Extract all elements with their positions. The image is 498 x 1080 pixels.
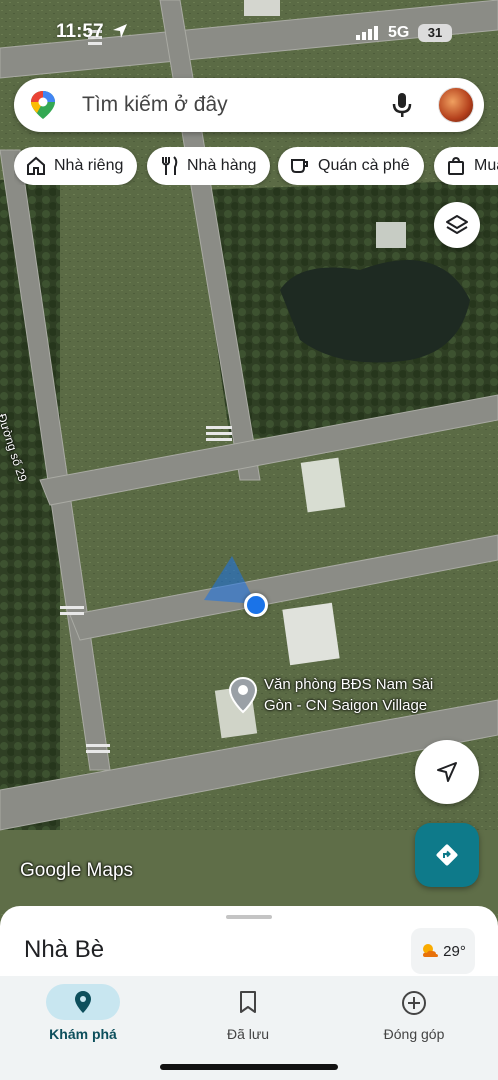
search-bar[interactable]: Tìm kiếm ở đây (14, 78, 484, 132)
explore-pin-icon (75, 991, 91, 1013)
google-maps-pin-icon (31, 91, 55, 119)
heading-beam (204, 556, 256, 604)
directions-button[interactable] (415, 823, 479, 887)
layers-icon (446, 215, 468, 234)
signal-icon (356, 26, 378, 40)
chip-coffee[interactable]: Quán cà phê (278, 147, 424, 185)
coffee-icon (291, 159, 308, 173)
weather-chip[interactable]: 29° (411, 928, 475, 974)
location-arrow-icon (113, 24, 127, 38)
avatar[interactable] (438, 87, 474, 123)
place-pin-icon[interactable] (228, 676, 258, 714)
directions-icon (436, 844, 458, 866)
partly-cloudy-icon (423, 944, 439, 957)
weather-temp: 29° (443, 942, 466, 960)
chip-label: Nhà riêng (54, 157, 124, 174)
navigation-arrow-icon (437, 762, 457, 782)
home-icon (27, 156, 45, 175)
nav-label: Đã lưu (226, 1026, 270, 1042)
microphone-icon[interactable] (390, 91, 414, 119)
chip-label: Quán cà phê (318, 157, 410, 174)
chip-label: Mua (474, 157, 498, 174)
area-title: Nhà Bè (24, 936, 105, 963)
home-indicator[interactable] (160, 1064, 338, 1070)
chip-home[interactable]: Nhà riêng (14, 147, 138, 185)
status-bar: 11:57 5G 31 (0, 0, 498, 64)
battery-icon: 31 (418, 24, 452, 42)
nav-label: Khám phá (49, 1026, 117, 1042)
nav-saved[interactable]: Đã lưu (178, 980, 318, 1050)
bookmark-icon (240, 991, 256, 1013)
chip-label: Nhà hàng (187, 157, 257, 174)
status-time: 11:57 (56, 21, 104, 42)
category-chips: Nhà riêng Nhà hàng Quán cà phê Mua (14, 147, 498, 185)
restaurant-icon (162, 156, 178, 175)
my-location-button[interactable] (415, 740, 479, 804)
sheet-handle[interactable] (226, 915, 272, 919)
place-label[interactable]: Văn phòng BĐS Nam Sài Gòn - CN Saigon Vi… (264, 674, 464, 716)
chip-restaurant[interactable]: Nhà hàng (147, 147, 271, 185)
chip-shopping[interactable]: Mua (434, 147, 498, 185)
nav-explore[interactable]: Khám phá (13, 980, 153, 1050)
nav-label: Đóng góp (383, 1026, 445, 1042)
shopping-bag-icon (448, 156, 464, 175)
current-location-dot (244, 593, 268, 617)
nav-contribute[interactable]: Đóng góp (344, 980, 484, 1050)
search-input[interactable]: Tìm kiếm ở đây (82, 93, 228, 117)
network-type: 5G (388, 24, 410, 41)
add-circle-icon (402, 991, 426, 1015)
google-maps-watermark: Google Maps (20, 860, 134, 881)
layers-button[interactable] (434, 202, 480, 248)
